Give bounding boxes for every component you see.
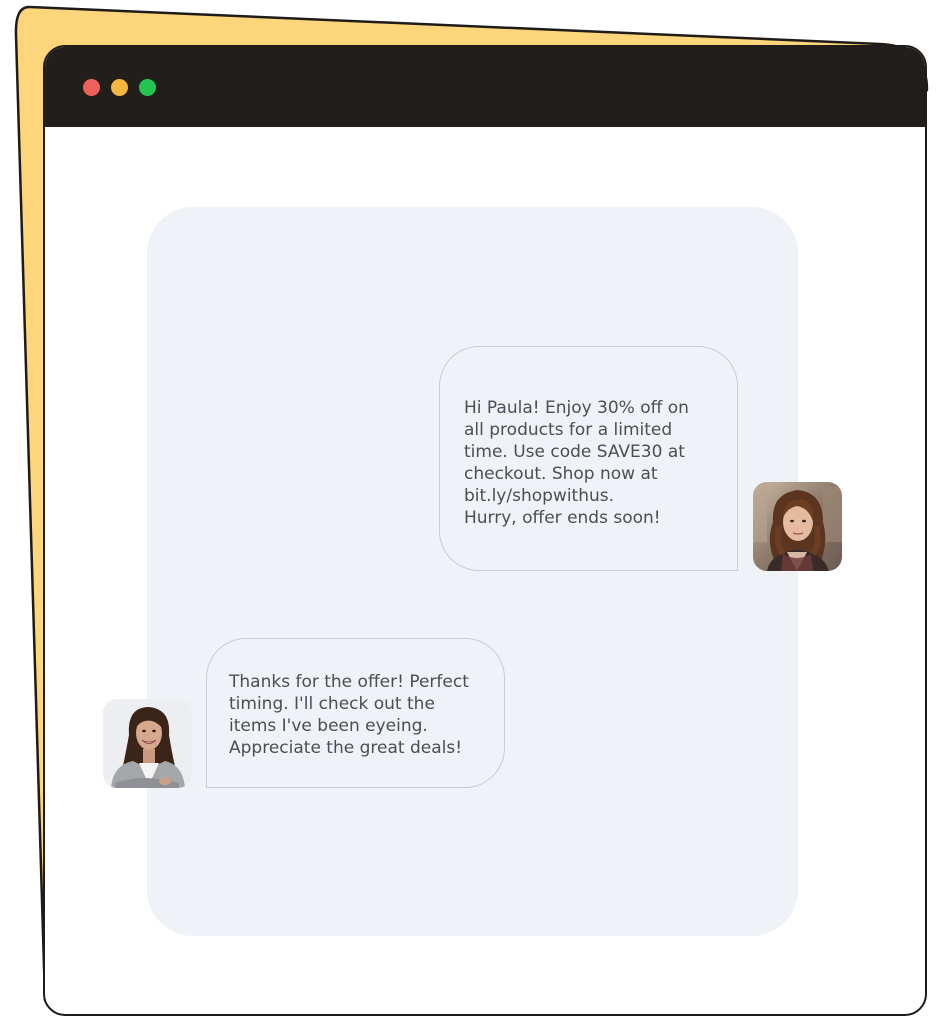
recipient-avatar xyxy=(103,699,192,788)
maximize-window-button[interactable] xyxy=(139,79,156,96)
incoming-message-bubble: Thanks for the offer! Perfect timing. I'… xyxy=(206,638,505,788)
outgoing-message-bubble: Hi Paula! Enjoy 30% off on all products … xyxy=(439,346,738,571)
minimize-window-button[interactable] xyxy=(111,79,128,96)
window-titlebar xyxy=(45,47,925,127)
woman-with-wavy-brown-hair-photo xyxy=(753,482,842,571)
chat-panel xyxy=(147,207,798,936)
smiling-woman-in-grey-blazer-photo xyxy=(103,699,192,788)
sender-avatar xyxy=(753,482,842,571)
illustration: Hi Paula! Enjoy 30% off on all products … xyxy=(0,0,943,1024)
close-window-button[interactable] xyxy=(83,79,100,96)
